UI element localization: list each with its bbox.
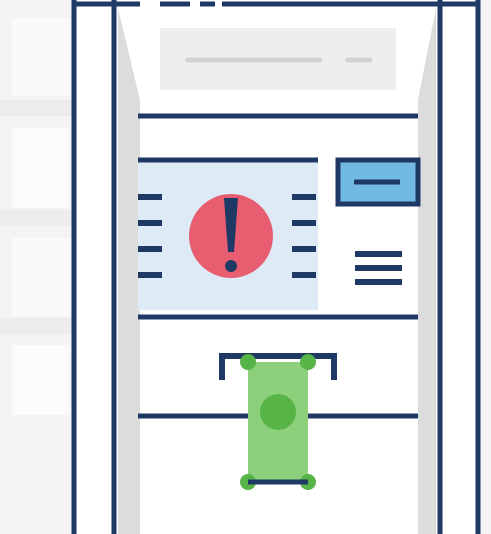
atm-machine-icon — [0, 0, 491, 534]
card-slot-icon — [335, 157, 421, 207]
banknote-icon — [240, 354, 316, 490]
atm-screen — [138, 157, 318, 310]
exclamation-alert-icon — [189, 194, 273, 278]
atm-top-panel — [160, 28, 396, 90]
atm-illustration — [0, 0, 491, 534]
